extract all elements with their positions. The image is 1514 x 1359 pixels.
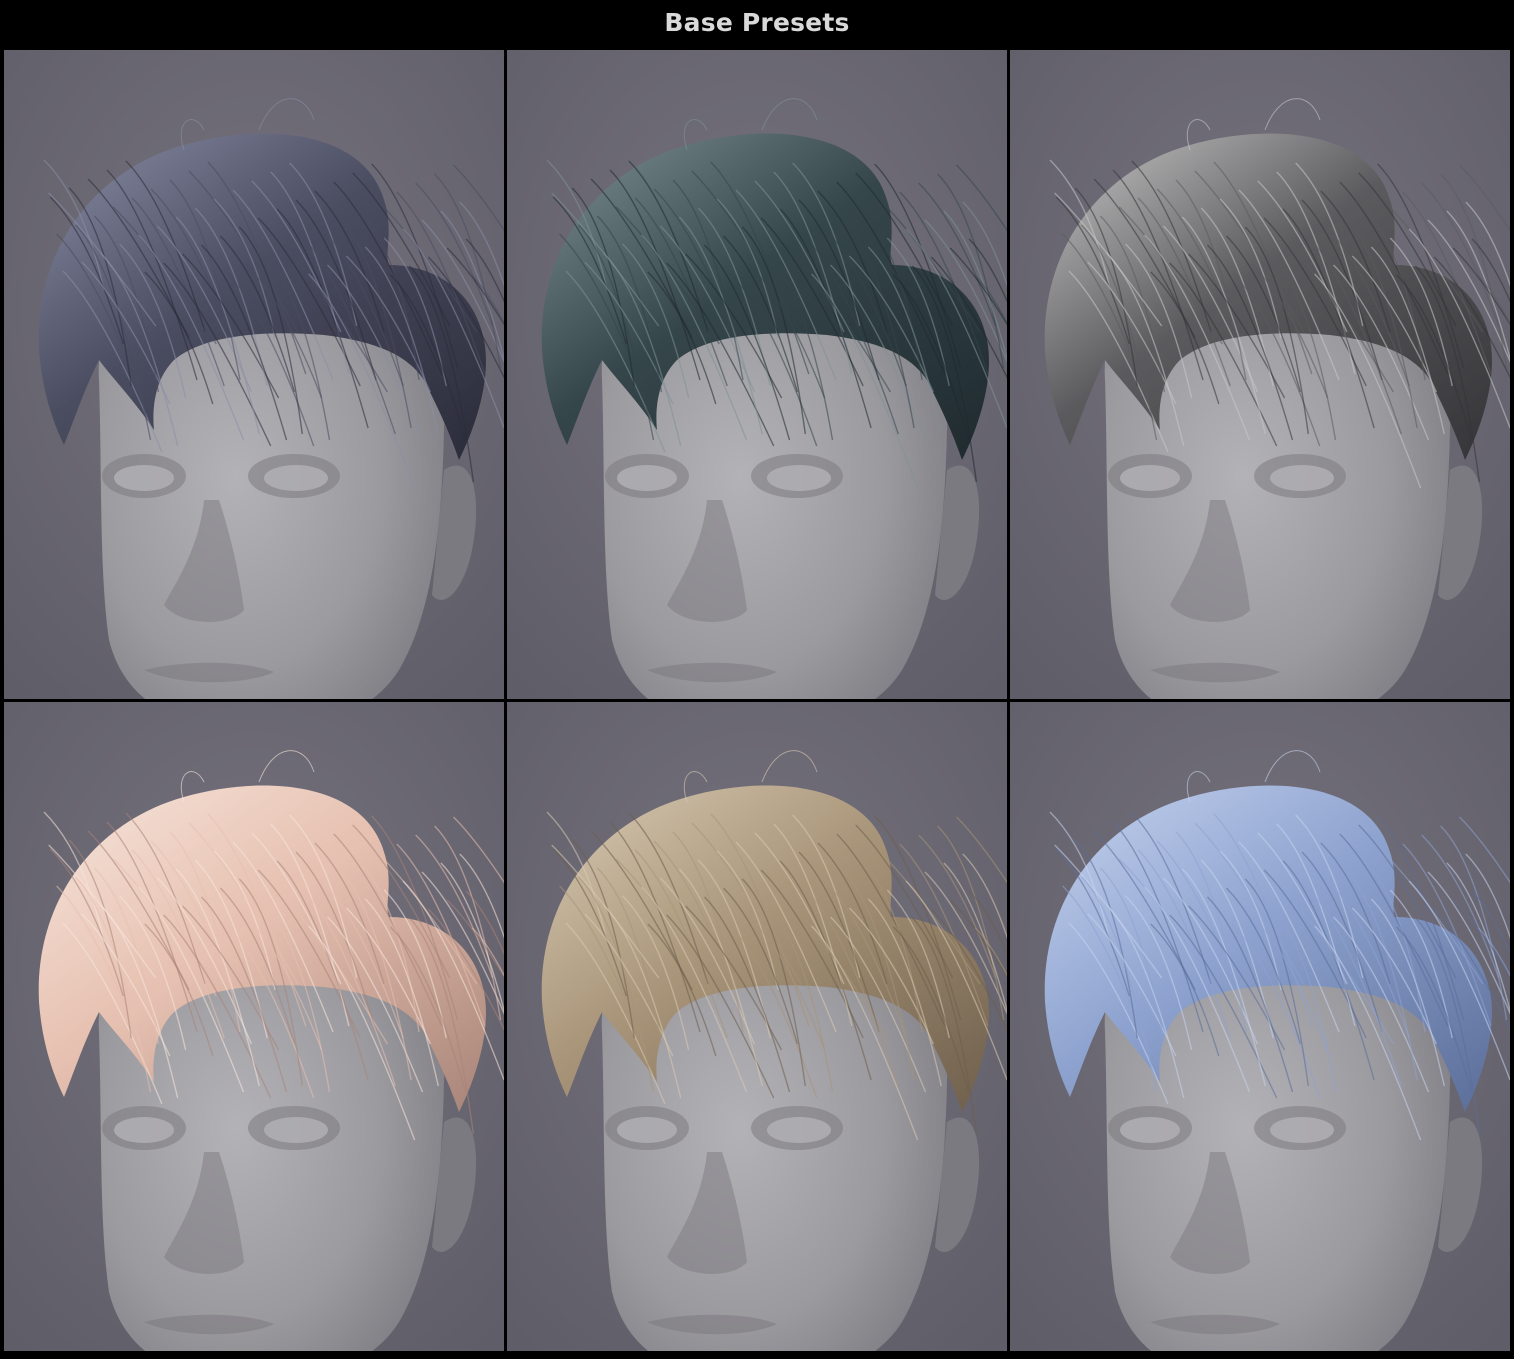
preset-tile-5: [507, 702, 1007, 1351]
hair-render-2: [507, 50, 1007, 699]
page-title: Base Presets: [664, 8, 850, 37]
hair-render-4: [4, 702, 504, 1351]
preset-tile-1: [4, 50, 504, 699]
preset-tile-3: [1010, 50, 1510, 699]
hair-render-1: [4, 50, 504, 699]
preset-tile-4: [4, 702, 504, 1351]
hair-render-6: [1010, 702, 1510, 1351]
preset-tile-6: [1010, 702, 1510, 1351]
hair-render-3: [1010, 50, 1510, 699]
preset-grid: [4, 50, 1510, 1355]
hair-render-5: [507, 702, 1007, 1351]
preset-tile-2: [507, 50, 1007, 699]
preset-sheet: Base Presets: [0, 0, 1514, 1359]
